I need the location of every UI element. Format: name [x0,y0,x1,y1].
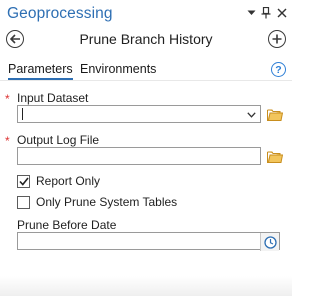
clock-icon [263,235,277,249]
chevron-down-icon[interactable] [245,109,257,121]
text-cursor [22,108,23,120]
add-button[interactable] [268,30,286,48]
required-marker: * [5,134,10,148]
prune-before-date-label: Prune Before Date [17,218,117,232]
tab-strip: Parameters Environments [0,60,292,82]
chevron-down-icon[interactable] [244,6,258,20]
back-button[interactable] [6,30,24,48]
prune-before-date-input[interactable] [17,232,280,251]
pin-icon[interactable] [259,6,273,20]
folder-browse-icon[interactable] [267,150,283,163]
geoprocessing-pane: Geoprocessing Prune Branch History Param… [0,0,292,296]
input-dataset-label: Input Dataset [17,91,89,105]
output-log-file-input[interactable] [17,147,261,165]
date-picker-button[interactable] [260,233,279,251]
back-arrow-icon [9,34,20,44]
only-prune-system-tables-checkbox[interactable] [17,196,30,209]
output-log-file-label: Output Log File [17,133,100,147]
pane-footer-shade [0,276,292,296]
help-icon[interactable]: ? [271,62,286,77]
tab-environments[interactable]: Environments [80,62,156,76]
input-dataset-combobox[interactable] [17,105,261,123]
tab-parameters[interactable]: Parameters [8,62,73,80]
checkmark-icon [18,177,29,186]
tool-title: Prune Branch History [79,31,213,47]
tab-divider [0,80,292,81]
tool-header: Prune Branch History [0,28,292,54]
required-marker: * [5,92,10,106]
pane-titlebar: Geoprocessing [0,0,292,28]
only-prune-system-tables-label[interactable]: Only Prune System Tables [36,195,177,209]
close-icon[interactable] [275,6,289,20]
folder-browse-icon[interactable] [267,108,283,121]
report-only-label[interactable]: Report Only [36,174,100,188]
pane-title: Geoprocessing [7,5,113,22]
report-only-checkbox[interactable] [17,175,30,188]
add-icon [272,34,282,44]
